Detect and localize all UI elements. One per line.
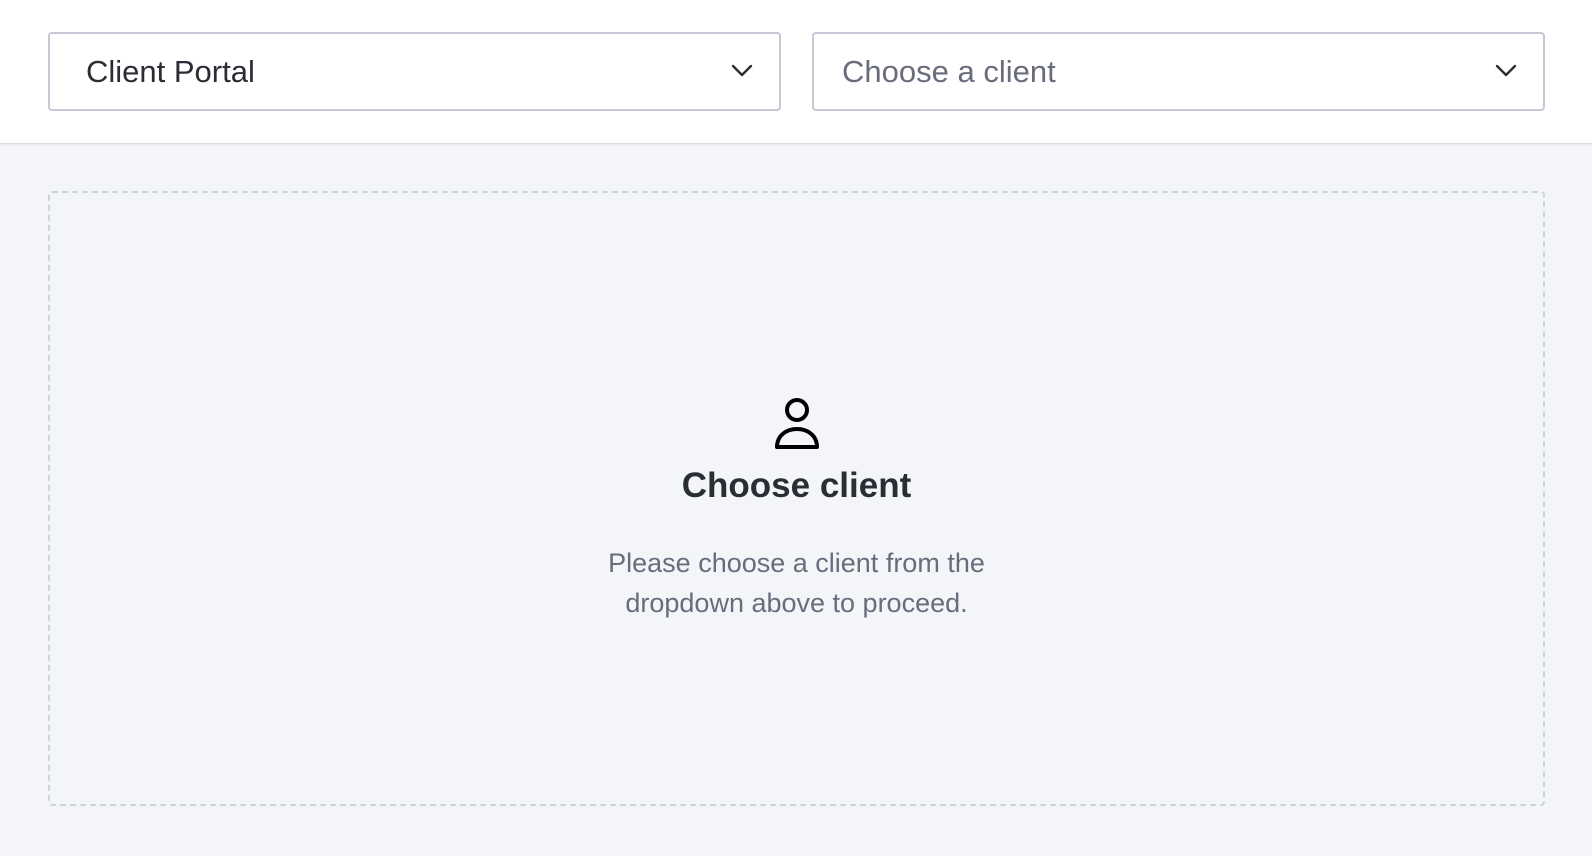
chevron-down-icon — [731, 64, 753, 78]
top-bar: Client Portal Choose a client — [0, 0, 1592, 144]
empty-state-panel: Choose client Please choose a client fro… — [48, 191, 1545, 806]
client-select[interactable]: Choose a client — [812, 32, 1545, 111]
client-select-placeholder: Choose a client — [842, 53, 1056, 89]
app-select[interactable]: Client Portal — [48, 32, 781, 111]
app-select-value: Client Portal — [86, 53, 255, 89]
person-icon — [773, 397, 821, 451]
empty-state-message: Please choose a client from the dropdown… — [608, 548, 985, 618]
empty-state-title: Choose client — [681, 466, 912, 505]
chevron-down-icon — [1495, 64, 1517, 78]
empty-state: Choose client Please choose a client fro… — [50, 397, 1543, 623]
